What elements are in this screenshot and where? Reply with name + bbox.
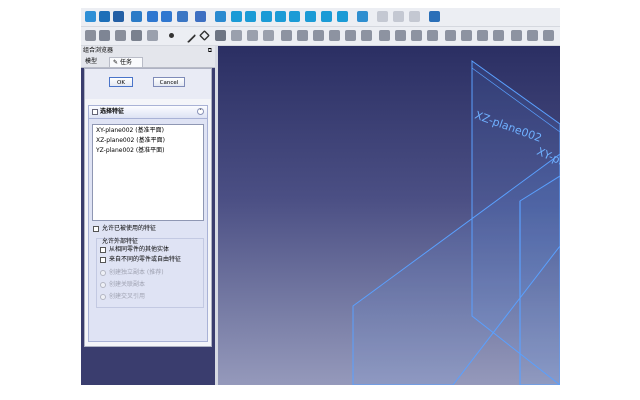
polar-pattern-icon[interactable] bbox=[477, 30, 488, 41]
sketch-icon[interactable] bbox=[99, 30, 110, 41]
dependent-copy-label: 创建关联副本 bbox=[109, 281, 146, 288]
view-iso-icon[interactable] bbox=[245, 11, 256, 22]
cross-reference-radio[interactable] bbox=[100, 294, 106, 300]
body-icon[interactable] bbox=[85, 30, 96, 41]
pad-icon[interactable] bbox=[231, 30, 242, 41]
list-item[interactable]: XY-plane002 (基准平面) bbox=[96, 127, 164, 135]
toolbar-partdesign bbox=[81, 27, 560, 46]
combo-view-titlebar: 组合浏览器 ⧉ bbox=[81, 46, 215, 56]
pocket-icon[interactable] bbox=[313, 30, 324, 41]
feature-icon bbox=[92, 109, 98, 115]
dependent-copy-radio[interactable] bbox=[100, 282, 106, 288]
helix-icon[interactable] bbox=[297, 30, 308, 41]
float-panel-icon[interactable]: ⧉ bbox=[208, 46, 212, 56]
3d-viewport[interactable]: XZ-plane002 XY-plane002 bbox=[218, 46, 560, 385]
cross-reference-label: 创建交叉引用 bbox=[109, 293, 146, 300]
view-right-icon[interactable] bbox=[289, 11, 300, 22]
datum-line-icon[interactable] bbox=[180, 27, 197, 44]
subtractive-loft-icon[interactable] bbox=[361, 30, 372, 41]
external-title: 允许外部特征 bbox=[102, 238, 139, 245]
hole-icon[interactable] bbox=[329, 30, 340, 41]
undo-icon[interactable] bbox=[147, 11, 158, 22]
view-front-icon[interactable] bbox=[261, 11, 272, 22]
view-left-icon[interactable] bbox=[337, 11, 348, 22]
thickness-icon[interactable] bbox=[427, 30, 438, 41]
combo-view: 组合浏览器 ⧉ 模型 ✎ 任务 OK Cancel 选择特征 ˄ XY-plan… bbox=[81, 46, 215, 385]
allow-used-checkbox[interactable] bbox=[93, 226, 99, 232]
list-item[interactable]: YZ-plane002 (基准平面) bbox=[96, 147, 165, 155]
datum-planes-svg: XZ-plane002 XY-plane002 bbox=[352, 60, 560, 385]
datum-point-icon[interactable] bbox=[169, 33, 174, 38]
multi-transform-icon[interactable] bbox=[493, 30, 504, 41]
measure-icon[interactable] bbox=[357, 11, 368, 22]
independent-copy-label: 创建独立副本 (推荐) bbox=[109, 269, 164, 276]
shape-binder-icon[interactable] bbox=[131, 30, 142, 41]
freecad-window: 组合浏览器 ⧉ 模型 ✎ 任务 OK Cancel 选择特征 ˄ XY-plan… bbox=[81, 8, 560, 385]
boolean-icon[interactable] bbox=[511, 30, 522, 41]
other-bodies-checkbox[interactable] bbox=[100, 247, 106, 253]
tab-model[interactable]: 模型 bbox=[82, 57, 108, 67]
save-icon[interactable] bbox=[113, 11, 124, 22]
view-top-icon[interactable] bbox=[275, 11, 286, 22]
whats-this-icon[interactable] bbox=[429, 11, 440, 22]
dialog-button-bar: OK Cancel bbox=[85, 69, 211, 99]
toolbar-top bbox=[81, 8, 560, 27]
independent-copy-radio[interactable] bbox=[100, 270, 106, 276]
validate-sketch-icon[interactable] bbox=[115, 30, 126, 41]
yz-plane[interactable] bbox=[519, 175, 560, 385]
datum-plane-icon[interactable] bbox=[199, 30, 210, 41]
pipe-icon[interactable] bbox=[281, 30, 292, 41]
group-icon[interactable] bbox=[393, 11, 404, 22]
linear-pattern-icon[interactable] bbox=[461, 30, 472, 41]
collapse-icon[interactable]: ˄ bbox=[197, 108, 204, 115]
cancel-button[interactable]: Cancel bbox=[153, 77, 185, 87]
local-cs-icon[interactable] bbox=[215, 30, 226, 41]
print-icon[interactable] bbox=[131, 11, 142, 22]
allow-used-label: 允许已被使用的特征 bbox=[102, 225, 157, 232]
clone-icon[interactable] bbox=[147, 30, 158, 41]
other-parts-label: 来自不同的零件或自由特征 bbox=[109, 256, 182, 263]
refresh-icon[interactable] bbox=[177, 11, 188, 22]
fit-all-icon[interactable] bbox=[231, 11, 242, 22]
tasks-icon: ✎ bbox=[113, 59, 120, 66]
combo-view-title: 组合浏览器 bbox=[83, 47, 114, 54]
link-icon[interactable] bbox=[409, 11, 420, 22]
redo-icon[interactable] bbox=[161, 11, 172, 22]
list-item[interactable]: XZ-plane002 (基准平面) bbox=[96, 137, 165, 145]
tab-tasks[interactable]: ✎ 任务 bbox=[109, 57, 143, 67]
ok-button[interactable]: OK bbox=[109, 77, 133, 87]
view-rear-icon[interactable] bbox=[305, 11, 316, 22]
sprocket-icon[interactable] bbox=[527, 30, 538, 41]
part-icon[interactable] bbox=[377, 11, 388, 22]
chamfer-icon[interactable] bbox=[395, 30, 406, 41]
involute-gear-icon[interactable] bbox=[543, 30, 554, 41]
task-pane: OK Cancel 选择特征 ˄ XY-plane002 (基准平面) XZ-p… bbox=[84, 68, 212, 347]
zoom-icon[interactable] bbox=[195, 11, 206, 22]
combo-view-tabs: 模型 ✎ 任务 bbox=[81, 56, 215, 68]
groove-icon[interactable] bbox=[345, 30, 356, 41]
new-file-icon[interactable] bbox=[85, 11, 96, 22]
other-bodies-label: 从相同零件的其他实体 bbox=[109, 246, 170, 253]
other-parts-checkbox[interactable] bbox=[100, 257, 106, 263]
select-feature-group: 选择特征 ˄ XY-plane002 (基准平面) XZ-plane002 (基… bbox=[88, 105, 208, 342]
tab-tasks-label: 任务 bbox=[119, 59, 132, 66]
open-file-icon[interactable] bbox=[99, 11, 110, 22]
group-title: 选择特征 bbox=[100, 108, 125, 115]
group-header: 选择特征 ˄ bbox=[89, 106, 207, 119]
view-bottom-icon[interactable] bbox=[321, 11, 332, 22]
revolution-icon[interactable] bbox=[247, 30, 258, 41]
feature-list[interactable]: XY-plane002 (基准平面) XZ-plane002 (基准平面) YZ… bbox=[92, 124, 204, 221]
view-menu-icon[interactable] bbox=[215, 11, 226, 22]
loft-icon[interactable] bbox=[263, 30, 274, 41]
fillet-icon[interactable] bbox=[379, 30, 390, 41]
mirrored-icon[interactable] bbox=[445, 30, 456, 41]
draft-icon[interactable] bbox=[411, 30, 422, 41]
external-features-group: 允许外部特征 从相同零件的其他实体 来自不同的零件或自由特征 创建独立副本 (推… bbox=[96, 238, 204, 308]
